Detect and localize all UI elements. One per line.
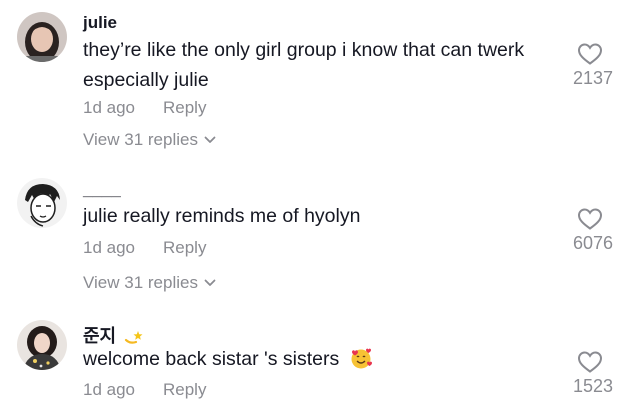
comment-text: welcome back sistar 's sisters xyxy=(83,344,543,374)
view-replies-button[interactable]: View 31 replies xyxy=(83,273,216,293)
comment-timestamp: 1d ago xyxy=(83,380,135,399)
comment-timestamp: 1d ago xyxy=(83,238,135,257)
smiling-face-with-hearts-emoji xyxy=(351,348,372,369)
comment-meta: 1d ago Reply xyxy=(83,380,206,400)
like-button[interactable]: 1523 xyxy=(553,350,613,397)
chevron-down-icon xyxy=(204,136,216,143)
heart-outline-icon xyxy=(577,43,603,65)
comment-username[interactable]: ____ xyxy=(83,180,121,200)
view-replies-button[interactable]: View 31 replies xyxy=(83,130,216,150)
like-count: 6076 xyxy=(572,233,613,253)
view-replies-label: View 31 replies xyxy=(83,130,198,149)
comment-meta: 1d ago Reply xyxy=(83,238,206,258)
username-text: 준지 xyxy=(83,326,117,346)
reply-button[interactable]: Reply xyxy=(163,98,206,117)
comment-timestamp: 1d ago xyxy=(83,98,135,117)
heart-outline-icon xyxy=(577,351,603,373)
heart-outline-icon xyxy=(577,208,603,230)
avatar[interactable] xyxy=(17,320,67,370)
comment-text-body: welcome back sistar 's sisters xyxy=(83,348,340,370)
comment-username[interactable]: julie xyxy=(83,13,117,33)
comment-text: julie really reminds me of hyolyn xyxy=(83,205,361,227)
reply-button[interactable]: Reply xyxy=(163,238,206,257)
like-button[interactable]: 2137 xyxy=(553,42,613,89)
reply-button[interactable]: Reply xyxy=(163,380,206,399)
comment-meta: 1d ago Reply xyxy=(83,98,206,118)
avatar[interactable] xyxy=(17,12,67,62)
view-replies-label: View 31 replies xyxy=(83,273,198,292)
avatar[interactable] xyxy=(17,178,67,228)
like-count: 2137 xyxy=(572,68,613,88)
like-count: 1523 xyxy=(572,376,613,396)
like-button[interactable]: 6076 xyxy=(553,207,613,254)
chevron-down-icon xyxy=(204,279,216,286)
comment-text: they’re like the only girl group i know … xyxy=(83,39,525,91)
